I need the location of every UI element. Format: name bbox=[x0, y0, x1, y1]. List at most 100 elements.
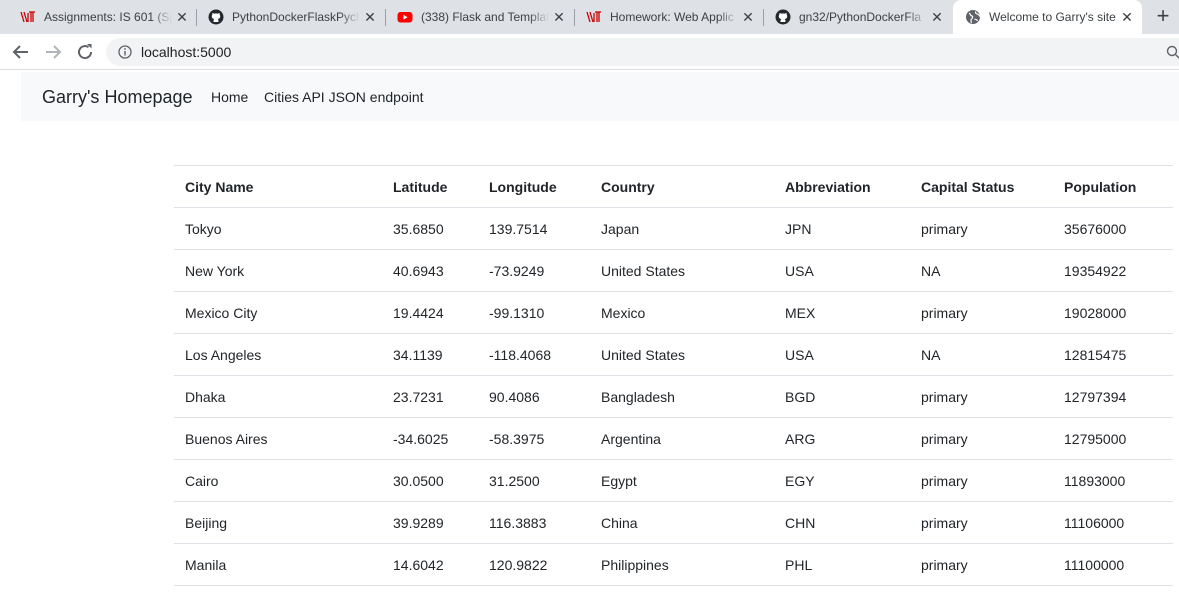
table-header-row: City Name Latitude Longitude Country Abb… bbox=[174, 165, 1173, 208]
table-row: Tokyo 35.6850 139.7514 Japan JPN primary 35676… bbox=[174, 207, 1173, 250]
njit-icon bbox=[586, 11, 601, 23]
new-tab-button[interactable]: + bbox=[1151, 5, 1175, 29]
table-cell: 19354922 bbox=[1053, 249, 1173, 292]
table-cell: Beijing bbox=[174, 501, 382, 544]
url-text[interactable]: localhost:5000 bbox=[141, 44, 231, 60]
table-cell: Dhaka bbox=[174, 375, 382, 418]
table-row: Manila 14.6042 120.9822 Philippines PHL prima… bbox=[174, 543, 1173, 586]
table-cell: 12795000 bbox=[1053, 417, 1173, 460]
table-cell: 31.2500 bbox=[478, 459, 590, 502]
table-row: Dhaka 23.7231 90.4086 Bangladesh BGD primary 1… bbox=[174, 375, 1173, 418]
table-cell: 34.1139 bbox=[382, 333, 478, 376]
navbar-brand[interactable]: Garry's Homepage bbox=[42, 87, 193, 108]
table-cell: Mexico bbox=[590, 291, 774, 334]
table-cell: primary bbox=[910, 501, 1053, 544]
table-cell: ARG bbox=[774, 417, 910, 460]
column-header: Capital Status bbox=[910, 165, 1053, 208]
site-navbar: Garry's Homepage Home Cities API JSON en… bbox=[21, 72, 1179, 121]
table-cell: Philippines bbox=[590, 543, 774, 586]
close-icon[interactable]: ✕ bbox=[740, 9, 756, 25]
table-cell: -34.6025 bbox=[382, 417, 478, 460]
table-cell: New York bbox=[174, 249, 382, 292]
close-icon[interactable]: ✕ bbox=[929, 9, 945, 25]
table-cell: 11893000 bbox=[1053, 459, 1173, 502]
column-header: Population bbox=[1053, 165, 1173, 208]
tab-github-pycharm[interactable]: PythonDockerFlaskPych ✕ bbox=[196, 0, 385, 34]
table-cell: 23.7231 bbox=[382, 375, 478, 418]
table-cell: United States bbox=[590, 249, 774, 292]
table-cell: 35676000 bbox=[1053, 207, 1173, 250]
table-cell: primary bbox=[910, 375, 1053, 418]
table-cell: -99.1310 bbox=[478, 291, 590, 334]
tab-github-repo[interactable]: gn32/PythonDockerFla ✕ bbox=[763, 0, 952, 34]
table-row: Los Angeles 34.1139 -118.4068 United States… bbox=[174, 333, 1173, 376]
back-arrow-icon[interactable] bbox=[9, 40, 33, 64]
column-header: Latitude bbox=[382, 165, 478, 208]
table-cell: Egypt bbox=[590, 459, 774, 502]
table-row: Buenos Aires -34.6025 -58.3975 Argentina ARG… bbox=[174, 417, 1173, 460]
info-icon[interactable] bbox=[118, 45, 132, 59]
column-header: City Name bbox=[174, 165, 382, 208]
table-cell: primary bbox=[910, 459, 1053, 502]
nav-link-home[interactable]: Home bbox=[211, 89, 248, 105]
column-header: Longitude bbox=[478, 165, 590, 208]
table-cell: 14.6042 bbox=[382, 543, 478, 586]
table-cell: BGD bbox=[774, 375, 910, 418]
youtube-icon bbox=[397, 12, 413, 23]
browser-toolbar: localhost:5000 bbox=[0, 34, 1179, 70]
close-icon[interactable]: ✕ bbox=[551, 9, 567, 25]
table-cell: 139.7514 bbox=[478, 207, 590, 250]
table-cell: primary bbox=[910, 291, 1053, 334]
table-cell: Japan bbox=[590, 207, 774, 250]
table-cell: 11106000 bbox=[1053, 501, 1173, 544]
github-icon bbox=[208, 9, 224, 25]
tab-title: Welcome to Garry's site bbox=[989, 10, 1116, 24]
tab-strip: Assignments: IS 601 (Sp ✕ PythonDockerFl… bbox=[0, 0, 1179, 34]
zoom-icon[interactable] bbox=[1166, 45, 1179, 59]
table-row: New York 40.6943 -73.9249 United States USA N… bbox=[174, 249, 1173, 292]
tab-youtube[interactable]: (338) Flask and Templat ✕ bbox=[385, 0, 574, 34]
cities-table: City Name Latitude Longitude Country Abb… bbox=[174, 165, 1173, 586]
table-cell: Manila bbox=[174, 543, 382, 586]
table-cell: primary bbox=[910, 417, 1053, 460]
table-cell: 90.4086 bbox=[478, 375, 590, 418]
table-cell: NA bbox=[910, 249, 1053, 292]
table-cell: -58.3975 bbox=[478, 417, 590, 460]
table-cell: NA bbox=[910, 333, 1053, 376]
table-cell: USA bbox=[774, 249, 910, 292]
close-icon[interactable]: ✕ bbox=[362, 9, 378, 25]
table-cell: PHL bbox=[774, 543, 910, 586]
table-cell: JPN bbox=[774, 207, 910, 250]
tab-assignments[interactable]: Assignments: IS 601 (Sp ✕ bbox=[8, 0, 197, 34]
table-cell: Cairo bbox=[174, 459, 382, 502]
table-cell: Bangladesh bbox=[590, 375, 774, 418]
table-cell: primary bbox=[910, 207, 1053, 250]
table-cell: MEX bbox=[774, 291, 910, 334]
address-bar[interactable]: localhost:5000 bbox=[106, 38, 1179, 66]
table-cell: 19.4424 bbox=[382, 291, 478, 334]
column-header: Abbreviation bbox=[774, 165, 910, 208]
forward-arrow-icon[interactable] bbox=[41, 40, 65, 64]
close-icon[interactable]: ✕ bbox=[1119, 9, 1135, 25]
nav-link-cities-api[interactable]: Cities API JSON endpoint bbox=[264, 89, 424, 105]
table-cell: 120.9822 bbox=[478, 543, 590, 586]
table-cell: Buenos Aires bbox=[174, 417, 382, 460]
table-cell: China bbox=[590, 501, 774, 544]
table-cell: 12815475 bbox=[1053, 333, 1173, 376]
table-cell: United States bbox=[590, 333, 774, 376]
table-row: Beijing 39.9289 116.3883 China CHN primary 111… bbox=[174, 501, 1173, 544]
njit-icon bbox=[20, 11, 35, 23]
table-cell: -118.4068 bbox=[478, 333, 590, 376]
table-cell: CHN bbox=[774, 501, 910, 544]
table-cell: USA bbox=[774, 333, 910, 376]
table-cell: 35.6850 bbox=[382, 207, 478, 250]
table-cell: Tokyo bbox=[174, 207, 382, 250]
table-cell: EGY bbox=[774, 459, 910, 502]
github-icon bbox=[775, 9, 791, 25]
tab-active-garrys-site[interactable]: Welcome to Garry's site ✕ bbox=[953, 0, 1142, 34]
table-cell: Los Angeles bbox=[174, 333, 382, 376]
tab-homework[interactable]: Homework: Web Applic ✕ bbox=[574, 0, 763, 34]
table-cell: 39.9289 bbox=[382, 501, 478, 544]
reload-icon[interactable] bbox=[73, 40, 97, 64]
close-icon[interactable]: ✕ bbox=[174, 9, 190, 25]
